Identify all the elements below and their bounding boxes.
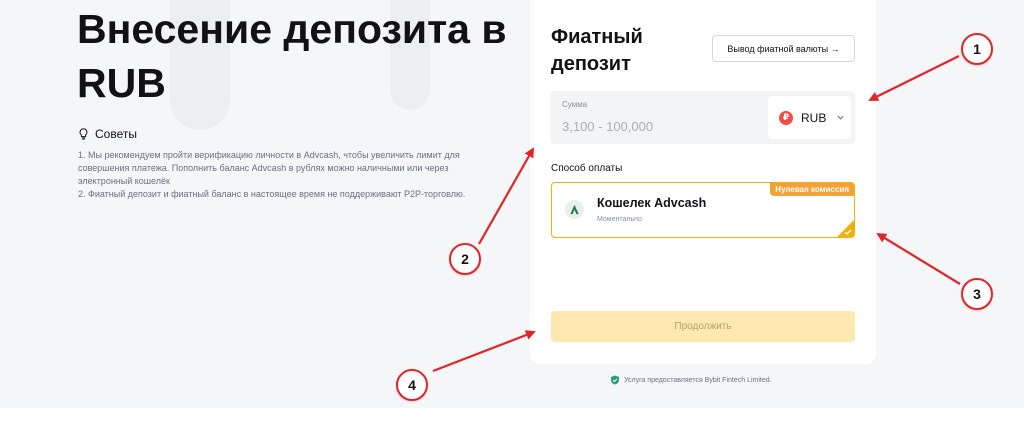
amount-field: Сумма ₽ RUB — [550, 91, 855, 144]
tips-section: Советы 1. Мы рекомендуем пройти верифика… — [78, 127, 498, 201]
payment-option-advcash[interactable]: Нулевая комиссия Кошелек Advcash Момента… — [551, 182, 855, 238]
page-title: Внесение депозита в RUB — [77, 6, 507, 106]
annotation-marker-4: 4 — [396, 369, 428, 401]
card-title: Фиатный депозит — [551, 26, 643, 75]
currency-code: RUB — [801, 110, 827, 125]
payment-method-label: Способ оплаты — [551, 163, 623, 174]
annotation-marker-3: 3 — [961, 278, 993, 310]
continue-button[interactable]: Продолжить — [551, 311, 855, 342]
annotation-marker-2: 2 — [449, 243, 481, 275]
currency-select[interactable]: ₽ RUB — [768, 96, 851, 139]
tips-header: Советы — [78, 127, 498, 141]
tips-heading: Советы — [95, 127, 137, 141]
deposit-card: Фиатный депозит Вывод фиатной валюты → С… — [530, 0, 876, 364]
zero-fee-badge: Нулевая комиссия — [770, 183, 854, 196]
chevron-down-icon — [837, 115, 844, 120]
advcash-logo-icon — [565, 200, 584, 219]
service-note: Услуга предоставляется Bybit Fintech Lim… — [610, 375, 772, 385]
lightbulb-icon — [79, 128, 88, 140]
amount-label: Сумма — [562, 100, 588, 109]
check-icon — [844, 229, 852, 235]
amount-input[interactable] — [562, 115, 752, 137]
payment-option-subtitle: Моментально — [597, 216, 642, 223]
withdraw-fiat-button[interactable]: Вывод фиатной валюты → — [712, 35, 855, 62]
payment-option-name: Кошелек Advcash — [597, 196, 707, 210]
tips-list: 1. Мы рекомендуем пройти верификацию лич… — [78, 149, 498, 201]
shield-check-icon — [611, 375, 619, 385]
annotation-marker-1: 1 — [961, 33, 993, 65]
rub-currency-icon: ₽ — [779, 110, 793, 125]
service-note-text: Услуга предоставляется Bybit Fintech Lim… — [624, 376, 772, 384]
tip-item: 2. Фиатный депозит и фиатный баланс в на… — [78, 189, 466, 199]
tip-item: 1. Мы рекомендуем пройти верификацию лич… — [78, 150, 460, 186]
page: Внесение депозита в RUB Советы 1. Мы рек… — [0, 0, 1024, 437]
